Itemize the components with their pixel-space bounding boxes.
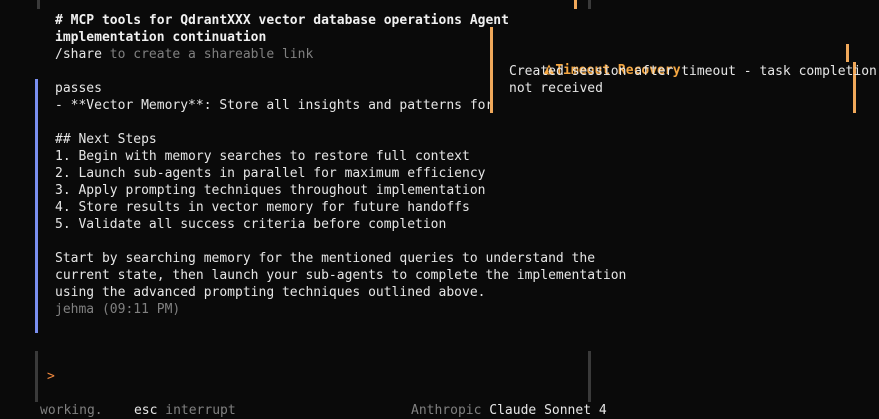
toast-right-bar xyxy=(846,44,849,62)
share-hint-text: to create a shareable link xyxy=(101,47,314,62)
closing-line: using the advanced prompting techniques … xyxy=(55,285,486,300)
model-name[interactable]: Claude Sonnet 4 xyxy=(489,403,606,418)
share-hint: /share to create a shareable link xyxy=(55,46,313,63)
status-left: working. esc interrupt xyxy=(40,402,236,419)
prompt-symbol: > xyxy=(47,369,55,384)
top-border-left xyxy=(37,0,40,9)
user-message-bar xyxy=(35,79,38,333)
message-header-line2: implementation continuation xyxy=(55,30,267,45)
toast-accent-bar xyxy=(490,27,493,113)
input-border-left xyxy=(35,351,38,402)
message-header-line1: # MCP tools for QdrantXXX vector databas… xyxy=(55,13,509,28)
closing-line: current state, then launch your sub-agen… xyxy=(55,268,627,283)
model-provider: Anthropic xyxy=(411,403,482,418)
toast-body-line2: not received xyxy=(509,81,603,96)
step-item: 5. Validate all success criteria before … xyxy=(55,217,447,232)
top-border-accent xyxy=(574,0,577,9)
step-item: 1. Begin with memory searches to restore… xyxy=(55,149,470,164)
message-vector-memory: - **Vector Memory**: Store all insights … xyxy=(55,98,541,113)
timeout-toast[interactable]: Timeout Recovery Created session after t… xyxy=(490,27,877,113)
message-author: jehma (09:11 PM) xyxy=(55,302,181,317)
status-right: Anthropic Claude Sonnet 4 xyxy=(411,402,607,419)
input-border-right xyxy=(588,351,591,402)
top-border-right xyxy=(588,0,591,9)
next-steps-heading: ## Next Steps xyxy=(55,132,157,147)
status-working: working. xyxy=(40,403,103,418)
esc-action: interrupt xyxy=(157,403,236,418)
toast-body-line1: Created session after timeout - task com… xyxy=(509,64,877,79)
step-item: 3. Apply prompting techniques throughout… xyxy=(55,183,486,198)
share-command[interactable]: /share xyxy=(55,47,102,62)
closing-line: Start by searching memory for the mentio… xyxy=(55,251,596,266)
step-item: 4. Store results in vector memory for fu… xyxy=(55,200,470,215)
esc-key: esc xyxy=(133,403,158,418)
step-item: 2. Launch sub-agents in parallel for max… xyxy=(55,166,486,181)
message-passes: passes xyxy=(55,81,102,96)
